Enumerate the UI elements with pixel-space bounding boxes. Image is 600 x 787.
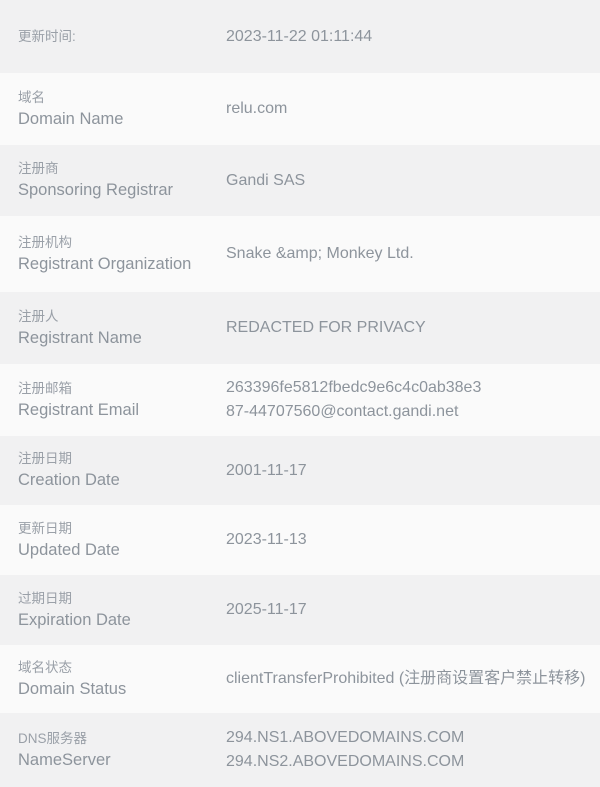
row-label-en: Registrant Organization bbox=[18, 254, 192, 273]
row-label-en: Domain Name bbox=[18, 109, 124, 128]
row-label-cn: 注册人 bbox=[18, 308, 59, 324]
table-row: 注册机构 Registrant Organization Snake &amp;… bbox=[0, 216, 600, 292]
row-label-en: Registrant Email bbox=[18, 400, 140, 419]
row-value-registrant-email: 263396fe5812fbedc9e6c4c0ab38e3 87-447075… bbox=[226, 379, 482, 420]
row-value-update-time: 2023-11-22 01:11:44 bbox=[226, 27, 373, 45]
row-label-cn: 域名状态 bbox=[18, 659, 72, 675]
row-label-cn: 注册机构 bbox=[18, 234, 72, 250]
row-label: 更新日期 Updated Date bbox=[18, 519, 226, 562]
row-value-registrant-name: REDACTED FOR PRIVACY bbox=[226, 319, 426, 336]
whois-info-table: 更新时间: 2023-11-22 01:11:44 域名 Domain Name… bbox=[0, 0, 600, 787]
row-label-en: Sponsoring Registrar bbox=[18, 181, 173, 199]
row-label-en: Creation Date bbox=[18, 471, 120, 489]
table-row: 过期日期 Expiration Date 2025-11-17 bbox=[0, 575, 600, 645]
row-label: DNS服务器 NameServer bbox=[18, 729, 226, 772]
row-value-registrant-organization: Snake &amp; Monkey Ltd. bbox=[226, 245, 414, 262]
row-value-domain-name: relu.com bbox=[226, 100, 288, 117]
row-label-cn: 注册日期 bbox=[18, 451, 72, 466]
table-row: 更新时间: 2023-11-22 01:11:44 bbox=[0, 0, 600, 73]
row-label: 更新时间: bbox=[18, 27, 226, 47]
row-label: 注册机构 Registrant Organization bbox=[18, 233, 226, 276]
row-label-cn: 更新日期 bbox=[18, 520, 72, 536]
row-label: 注册日期 Creation Date bbox=[18, 449, 226, 492]
table-row: 注册日期 Creation Date 2001-11-17 bbox=[0, 436, 600, 505]
row-label-cn: 注册商 bbox=[18, 161, 59, 176]
row-label: 注册商 Sponsoring Registrar bbox=[18, 159, 226, 202]
table-row: 更新日期 Updated Date 2023-11-13 bbox=[0, 505, 600, 575]
row-label-en: NameServer bbox=[18, 750, 111, 769]
row-value-domain-status: clientTransferProhibited (注册商设置客户禁止转移) bbox=[226, 670, 586, 687]
row-label-en: Domain Status bbox=[18, 679, 127, 698]
row-label-cn: 注册邮箱 bbox=[18, 380, 72, 396]
row-label-cn: 域名 bbox=[18, 89, 45, 105]
row-value-updated-date: 2023-11-13 bbox=[226, 531, 307, 548]
row-label-en: Expiration Date bbox=[18, 610, 131, 629]
row-label-cn: 更新时间: bbox=[18, 28, 76, 44]
row-label-en: Updated Date bbox=[18, 540, 120, 559]
row-label: 过期日期 Expiration Date bbox=[18, 589, 226, 632]
row-value-nameserver: 294.NS1.ABOVEDOMAINS.COM 294.NS2.ABOVEDO… bbox=[226, 729, 465, 770]
row-label: 注册人 Registrant Name bbox=[18, 307, 226, 350]
row-label: 域名状态 Domain Status bbox=[18, 658, 226, 701]
table-row: 注册邮箱 Registrant Email 263396fe5812fbedc9… bbox=[0, 364, 600, 436]
row-label: 注册邮箱 Registrant Email bbox=[18, 379, 226, 422]
table-row: 域名状态 Domain Status clientTransferProhibi… bbox=[0, 645, 600, 713]
table-row: 域名 Domain Name relu.com bbox=[0, 73, 600, 145]
row-label-en: Registrant Name bbox=[18, 328, 142, 347]
row-value-creation-date: 2001-11-17 bbox=[226, 461, 307, 479]
table-row: 注册人 Registrant Name REDACTED FOR PRIVACY bbox=[0, 292, 600, 364]
table-row: 注册商 Sponsoring Registrar Gandi SAS bbox=[0, 145, 600, 216]
row-label-cn: 过期日期 bbox=[18, 590, 72, 606]
table-row: DNS服务器 NameServer 294.NS1.ABOVEDOMAINS.C… bbox=[0, 713, 600, 787]
row-label-cn: DNS服务器 bbox=[18, 730, 88, 746]
row-value-expiration-date: 2025-11-17 bbox=[226, 601, 307, 618]
row-value-sponsoring-registrar: Gandi SAS bbox=[226, 171, 306, 189]
row-label: 域名 Domain Name bbox=[18, 88, 226, 131]
